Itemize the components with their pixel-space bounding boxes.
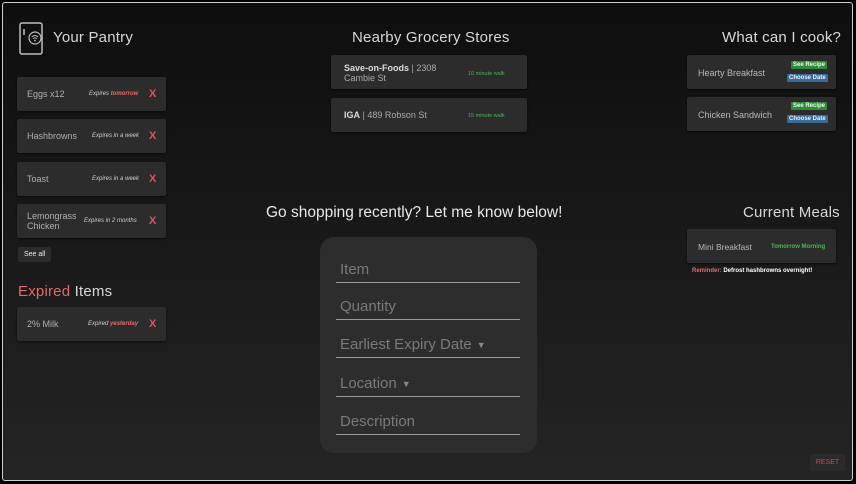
meal-card: Mini Breakfast Tomorrow Morning (687, 229, 836, 263)
recipe-name: Chicken Sandwich (698, 110, 773, 120)
add-item-form: Item Quantity Earliest Expiry Date ▼ Loca… (320, 237, 537, 453)
remove-item-button[interactable]: X (149, 88, 156, 100)
fridge-icon (16, 22, 46, 61)
form-prompt: Go shopping recently? Let me know below! (266, 204, 563, 221)
reset-button[interactable]: RESET (810, 454, 845, 471)
pantry-item-expiry: Expires in a week (92, 176, 140, 182)
see-all-button[interactable]: See all (18, 247, 52, 262)
pantry-item: Lemongrass Chicken Expires in 2 months X (17, 204, 166, 238)
pantry-item-expiry: Expires tomorrow (89, 91, 139, 97)
pantry-item: Hashbrowns Expires in a week X (17, 119, 166, 153)
caret-down-icon: ▼ (476, 340, 486, 351)
store-card[interactable]: Save-on-Foods | 2308 Cambie St 10 minute… (331, 55, 527, 89)
stores-title: Nearby Grocery Stores (352, 29, 510, 46)
remove-item-button[interactable]: X (149, 130, 156, 142)
pantry-item-name: Hashbrowns (27, 131, 78, 141)
caret-down-icon: ▼ (401, 379, 411, 390)
item-input[interactable]: Item (336, 257, 520, 283)
store-walk-time: 15 minute walk (468, 113, 505, 119)
pantry-title: Your Pantry (53, 29, 134, 46)
reminder-text: Reminder: Defrost hashbrowns overnight! (692, 268, 813, 274)
remove-item-button[interactable]: X (149, 215, 156, 227)
expired-item-name: 2% Milk (27, 319, 59, 329)
app-frame: Your Pantry Eggs x12 Expires tomorrow X … (2, 2, 853, 481)
store-walk-time: 10 minute walk (468, 71, 505, 77)
meal-time: Tomorrow Morning (771, 244, 826, 250)
pantry-item-name: Lemongrass Chicken (27, 211, 77, 231)
description-input[interactable]: Description (336, 409, 520, 435)
pantry-item: Eggs x12 Expires tomorrow X (17, 77, 166, 111)
cook-title: What can I cook? (722, 29, 842, 46)
pantry-item-expiry: Expires in 2 months (84, 218, 137, 224)
expiry-date-dropdown[interactable]: Earliest Expiry Date ▼ (336, 332, 520, 358)
remove-item-button[interactable]: X (149, 318, 156, 330)
store-card[interactable]: IGA | 489 Robson St 15 minute walk (331, 98, 527, 132)
location-dropdown[interactable]: Location ▼ (336, 371, 520, 397)
recipe-card: Chicken Sandwich See Recipe Choose Date (687, 97, 836, 131)
remove-item-button[interactable]: X (149, 173, 156, 185)
pantry-item: Toast Expires in a week X (17, 162, 166, 196)
expired-item: 2% Milk Expired yesterday X (17, 307, 166, 341)
quantity-input[interactable]: Quantity (336, 294, 520, 320)
see-recipe-button[interactable]: See Recipe (791, 102, 828, 110)
see-recipe-button[interactable]: See Recipe (791, 61, 828, 69)
store-name: Save-on-Foods | 2308 Cambie St (344, 63, 437, 83)
choose-date-button[interactable]: Choose Date (787, 74, 828, 82)
choose-date-button[interactable]: Choose Date (787, 115, 828, 123)
current-meals-title: Current Meals (743, 204, 840, 221)
expired-title: Expired Items (18, 283, 113, 300)
pantry-item-name: Toast (27, 174, 49, 184)
expired-item-date: Expired yesterday (88, 321, 139, 327)
pantry-item-expiry: Expires in a week (92, 133, 140, 139)
meal-name: Mini Breakfast (698, 242, 752, 252)
pantry-item-name: Eggs x12 (27, 89, 65, 99)
store-name: IGA | 489 Robson St (344, 110, 427, 120)
recipe-name: Hearty Breakfast (698, 68, 766, 78)
recipe-card: Hearty Breakfast See Recipe Choose Date (687, 55, 836, 89)
